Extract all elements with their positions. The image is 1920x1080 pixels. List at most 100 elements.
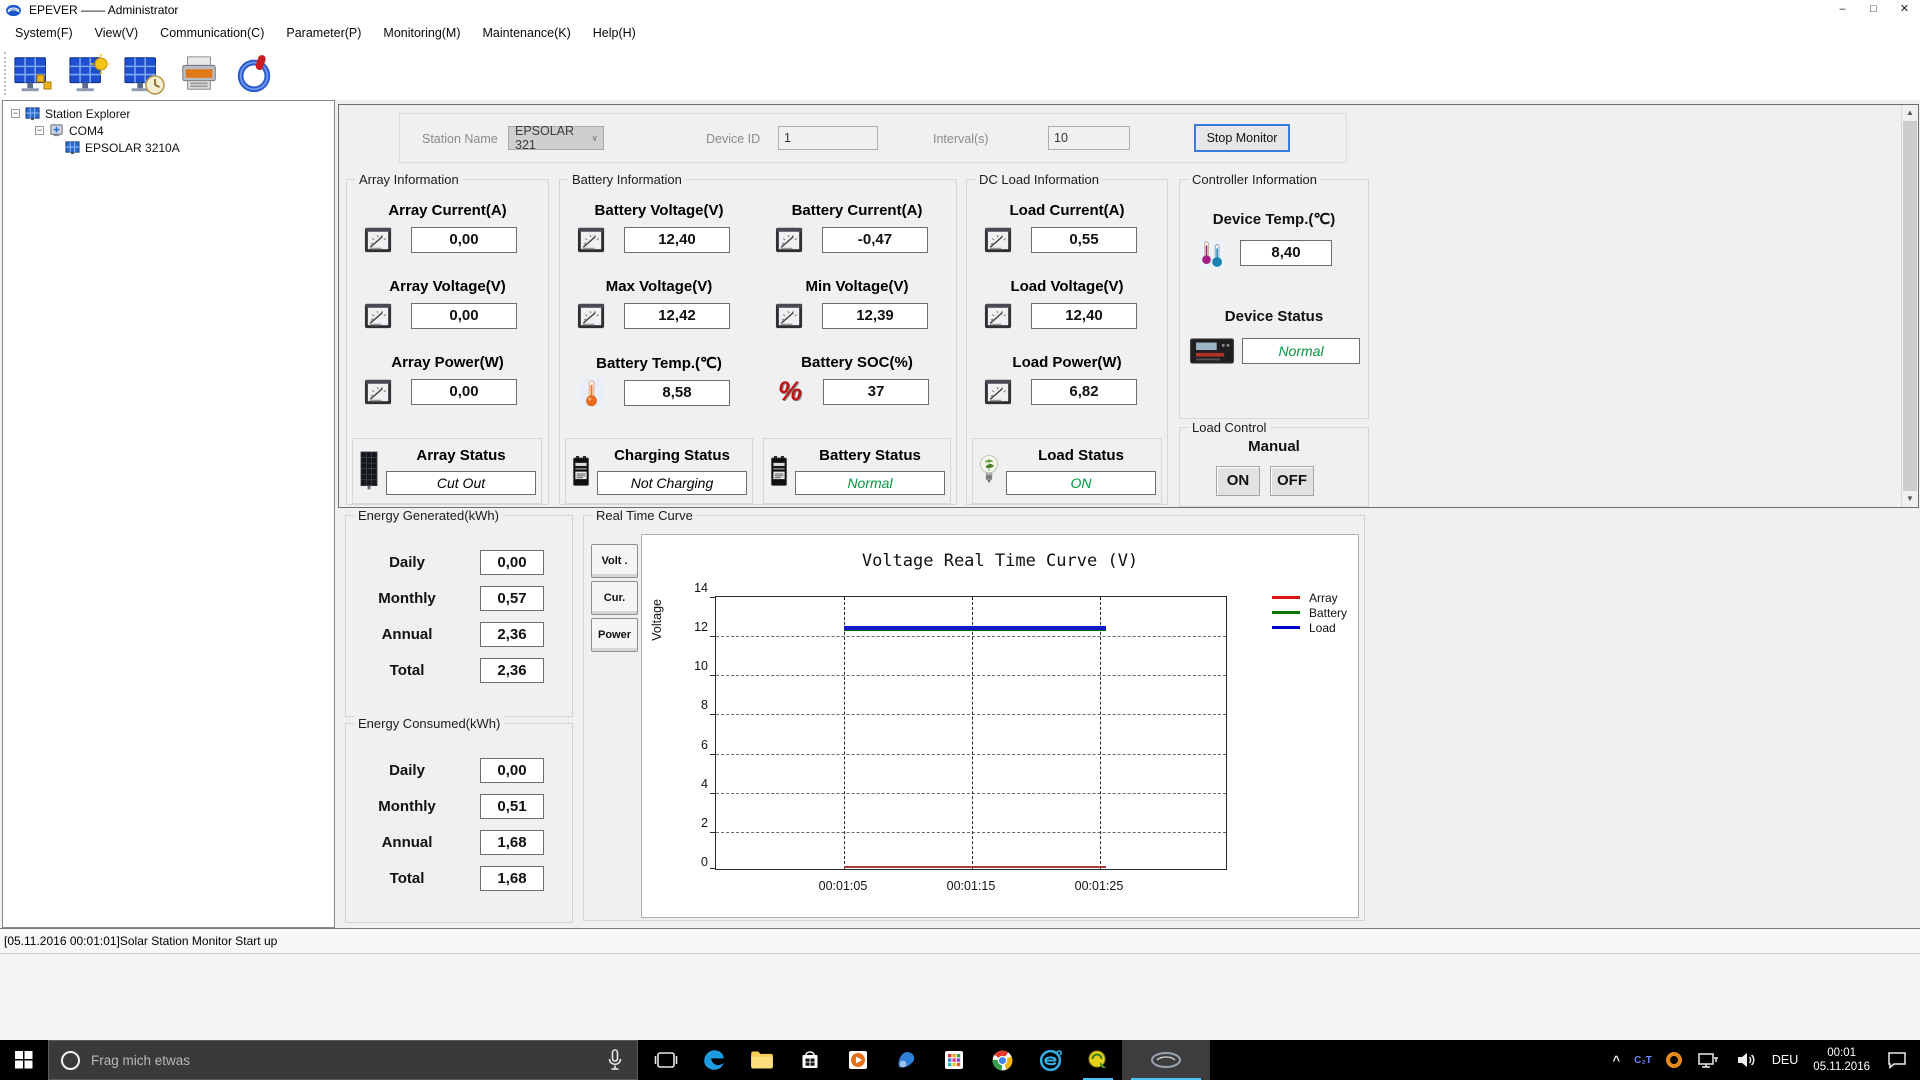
solar-monitor-app-button[interactable]: [1074, 1040, 1122, 1080]
controller-information-group: Controller Information Device Temp.(℃) 8…: [1179, 172, 1369, 419]
station-history-button[interactable]: [122, 52, 166, 96]
c2t-tray-icon[interactable]: C₂T: [1627, 1040, 1659, 1080]
device-temp-label: Device Temp.(℃): [1212, 211, 1336, 228]
scroll-up-icon[interactable]: ▲: [1902, 105, 1918, 121]
apps-grid-icon: [942, 1048, 966, 1072]
exit-button[interactable]: [232, 52, 276, 96]
station-bar: Station Name EPSOLAR 321 ∨ Device ID 1 I…: [399, 113, 1347, 163]
generated-monthly-value: 0,57: [480, 585, 544, 611]
scrollbar-thumb[interactable]: [1903, 121, 1917, 491]
energy-row: Total 1,68: [352, 860, 566, 896]
tab-power[interactable]: Power: [591, 618, 638, 652]
maximize-button[interactable]: □: [1858, 0, 1889, 20]
solar-monitor-app-icon: [1086, 1048, 1110, 1072]
menu-help[interactable]: Help(H): [582, 20, 647, 47]
stop-monitor-button[interactable]: Stop Monitor: [1194, 124, 1290, 152]
interval-input[interactable]: 10: [1048, 126, 1130, 150]
consumed-monthly-value: 0,51: [480, 793, 544, 819]
load-on-button[interactable]: ON: [1216, 466, 1260, 496]
minimize-button[interactable]: –: [1827, 0, 1858, 20]
battery-current-value: -0,47: [822, 226, 928, 253]
array-current-metric: Array Current(A) 0,00: [347, 202, 548, 278]
manual-label: Manual: [1248, 438, 1300, 455]
internet-explorer-button[interactable]: [1026, 1040, 1074, 1080]
array-legend-line: [1272, 596, 1300, 599]
action-center-button[interactable]: [1878, 1040, 1916, 1080]
clock-date: 05.11.2016: [1813, 1061, 1870, 1073]
log-entry: [05.11.2016 00:01:01]Solar Station Monit…: [0, 929, 1920, 954]
solar-panel-icon: [358, 445, 380, 497]
com-port-icon: [49, 123, 64, 138]
store-icon: [798, 1048, 822, 1072]
language-indicator[interactable]: DEU: [1765, 1040, 1805, 1080]
monitor-panel: Station Name EPSOLAR 321 ∨ Device ID 1 I…: [338, 104, 1919, 508]
plot-area: [710, 596, 1227, 870]
store-button[interactable]: [786, 1040, 834, 1080]
station-name-label: Station Name: [422, 132, 498, 146]
gauge-icon: [576, 300, 607, 331]
generated-daily-value: 0,00: [480, 549, 544, 575]
menu-monitoring[interactable]: Monitoring(M): [372, 20, 471, 47]
menu-view[interactable]: View(V): [84, 20, 150, 47]
close-button[interactable]: ✕: [1889, 0, 1920, 20]
gauge-icon: [363, 376, 394, 407]
chrome-button[interactable]: [978, 1040, 1026, 1080]
volume-button[interactable]: [1727, 1040, 1765, 1080]
battery-soc-metric: Battery SOC(%) % 37: [758, 354, 956, 430]
menu-maintenance[interactable]: Maintenance(K): [472, 20, 582, 47]
menu-parameter[interactable]: Parameter(P): [275, 20, 372, 47]
player-button[interactable]: [882, 1040, 930, 1080]
tree-item-com4[interactable]: − COM4: [3, 122, 334, 139]
consumed-total-value: 1,68: [480, 865, 544, 891]
task-view-button[interactable]: [642, 1040, 690, 1080]
vertical-scrollbar[interactable]: ▲ ▼: [1901, 105, 1918, 507]
energy-row: Total 2,36: [352, 652, 566, 688]
station-name-select[interactable]: EPSOLAR 321 ∨: [508, 124, 604, 152]
internet-explorer-icon: [1038, 1048, 1063, 1073]
printer-icon: [178, 53, 220, 95]
scroll-down-icon[interactable]: ▼: [1902, 491, 1918, 507]
tray-app-button[interactable]: [1659, 1040, 1689, 1080]
media-player-button[interactable]: [834, 1040, 882, 1080]
load-off-button[interactable]: OFF: [1270, 466, 1314, 496]
epever-app-button[interactable]: [1122, 1040, 1210, 1080]
chrome-icon: [990, 1048, 1015, 1073]
tree-item-epsolar-3210a[interactable]: EPSOLAR 3210A: [3, 139, 334, 156]
edge-button[interactable]: [690, 1040, 738, 1080]
clock[interactable]: 00:01 05.11.2016: [1805, 1046, 1878, 1075]
tree-item-station-explorer[interactable]: − Station Explorer: [3, 105, 334, 122]
consumed-daily-value: 0,00: [480, 757, 544, 783]
controller-device-icon: [1188, 336, 1236, 366]
tray-overflow-button[interactable]: ^: [1606, 1040, 1628, 1080]
add-station-button[interactable]: [12, 52, 56, 96]
load-current-metric: Load Current(A) 0,55: [967, 202, 1167, 278]
start-button[interactable]: [0, 1040, 48, 1080]
clock-time: 00:01: [1827, 1046, 1857, 1059]
menu-communication[interactable]: Communication(C): [149, 20, 275, 47]
epever-app-icon: [1149, 1048, 1183, 1072]
monitor-station-button[interactable]: [67, 52, 111, 96]
consumed-annual-value: 1,68: [480, 829, 544, 855]
apps-button[interactable]: [930, 1040, 978, 1080]
player-icon: [894, 1048, 918, 1072]
taskbar: Frag mich etwas ^ C₂T DEU 00:01 05.11.20…: [0, 1040, 1920, 1080]
energy-row: Daily 0,00: [352, 752, 566, 788]
cortana-search-box[interactable]: Frag mich etwas: [48, 1040, 638, 1080]
array-status-box: Array Status Cut Out: [352, 438, 542, 504]
collapse-icon[interactable]: −: [11, 109, 20, 118]
print-button[interactable]: [177, 52, 221, 96]
file-explorer-button[interactable]: [738, 1040, 786, 1080]
tab-current[interactable]: Cur.: [591, 581, 638, 615]
tab-voltage[interactable]: Volt .: [591, 544, 638, 578]
menu-system[interactable]: System(F): [4, 20, 84, 47]
device-id-input[interactable]: 1: [778, 126, 878, 150]
percent-icon: %: [777, 376, 802, 406]
gauge-icon: [576, 224, 607, 255]
battery-soc-value: 37: [823, 378, 929, 405]
network-button[interactable]: [1689, 1040, 1727, 1080]
speaker-icon: [1734, 1048, 1758, 1072]
collapse-icon[interactable]: −: [35, 126, 44, 135]
charging-status-box: Charging Status Not Charging: [565, 438, 753, 504]
microphone-icon[interactable]: [605, 1048, 625, 1072]
orange-ring-icon: [1665, 1052, 1682, 1068]
